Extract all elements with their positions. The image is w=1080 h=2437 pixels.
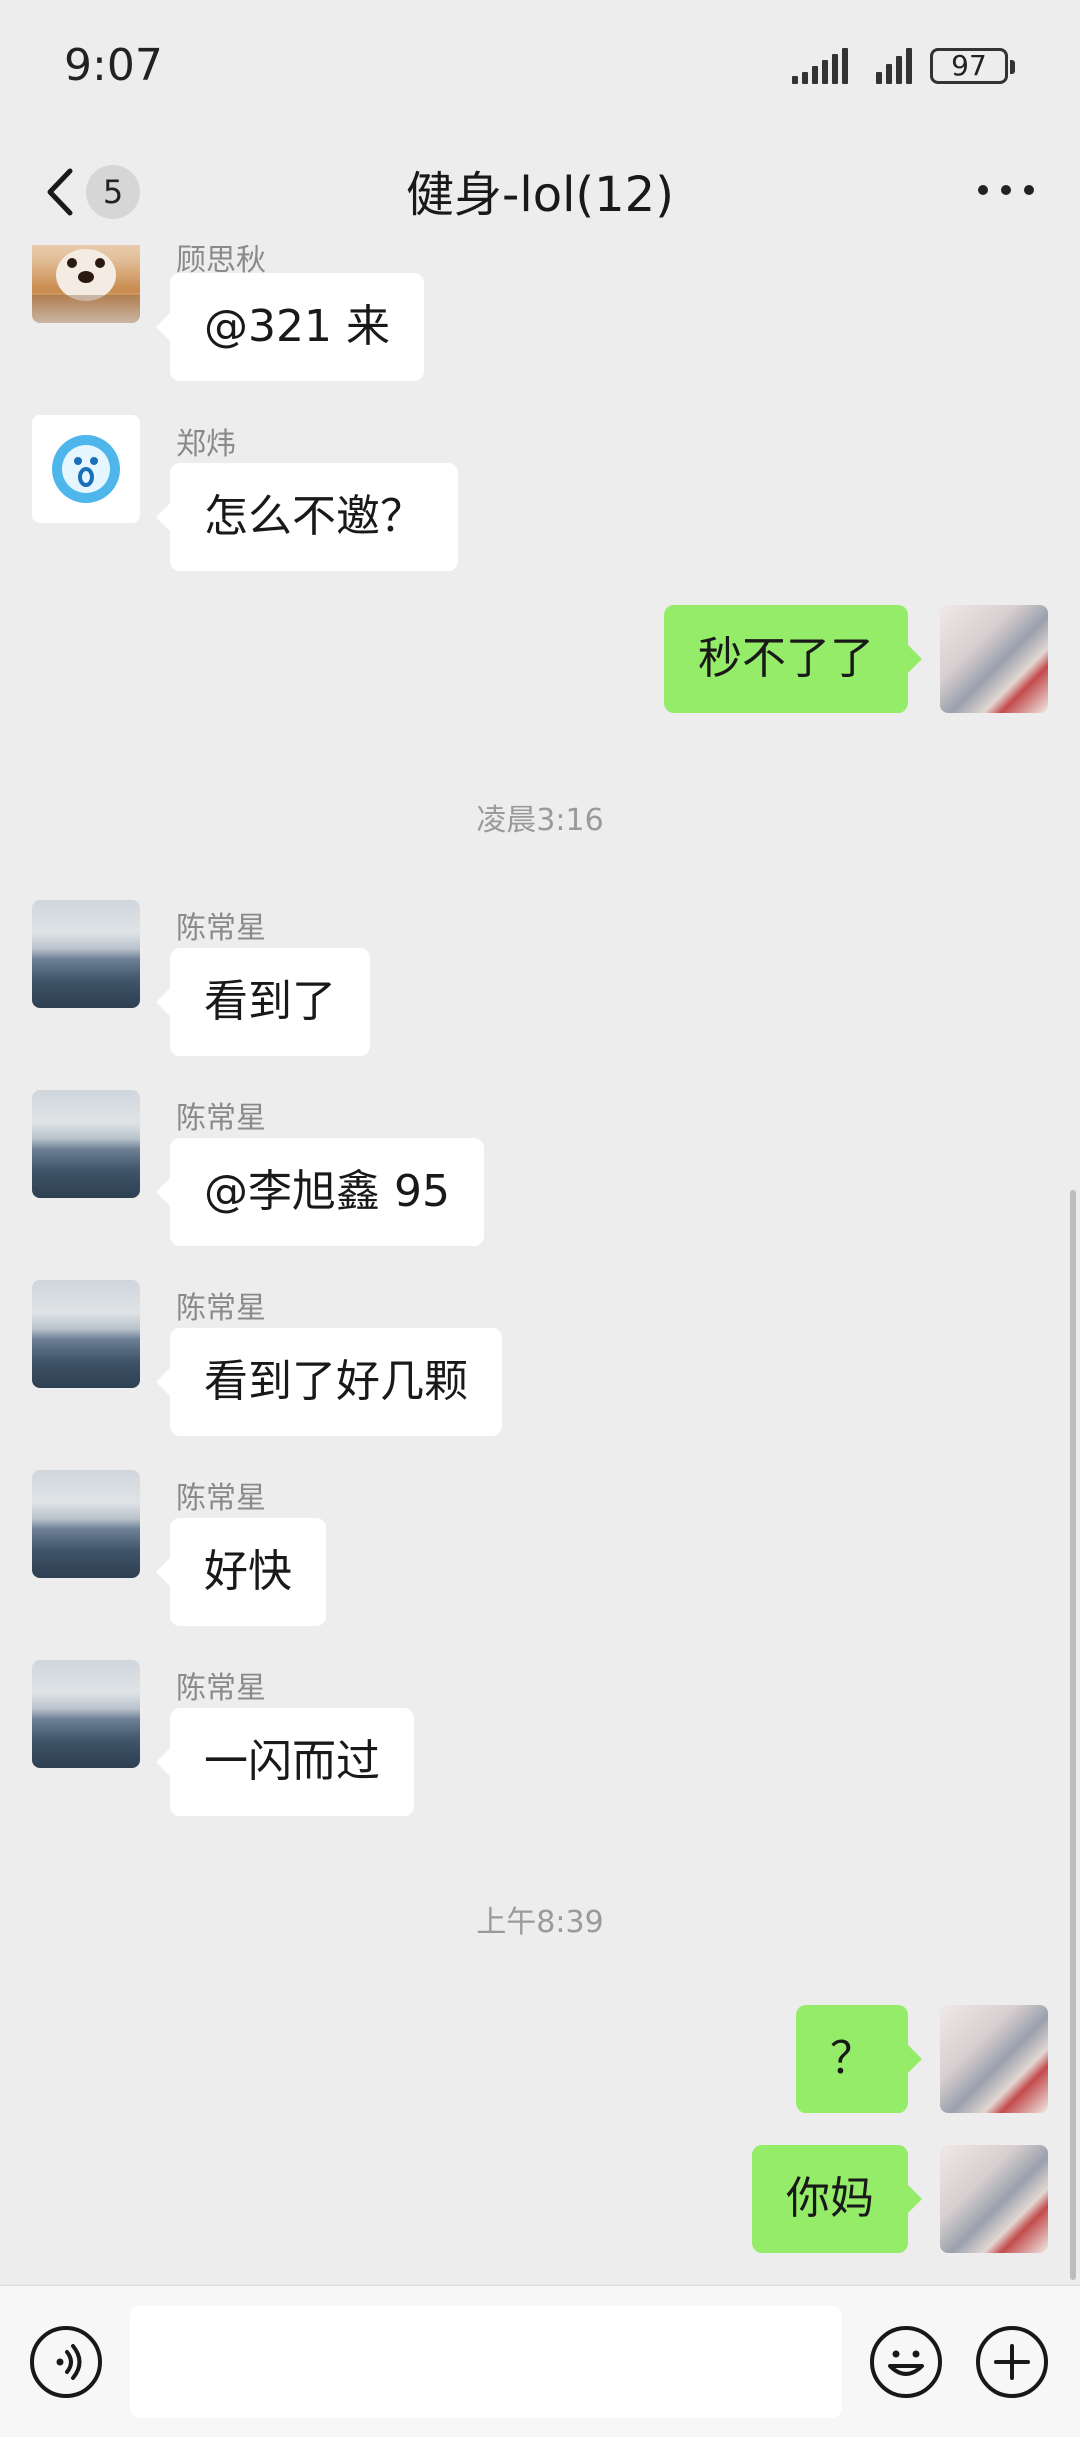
voice-button[interactable] — [30, 2326, 102, 2398]
status-time: 9:07 — [64, 40, 163, 91]
avatar-self[interactable] — [940, 2145, 1048, 2253]
sender-name: 陈常星 — [176, 1481, 266, 1516]
avatar[interactable] — [32, 1660, 140, 1768]
battery-icon: 97 — [930, 48, 1015, 84]
chat-title: 健身-lol(12) — [406, 167, 674, 223]
avatar[interactable] — [32, 1470, 140, 1578]
message-bubble-self[interactable]: 你妈 — [752, 2145, 922, 2253]
sender-name: 陈常星 — [176, 1291, 266, 1326]
emoji-avatar-icon — [52, 435, 120, 503]
status-bar: 9:07 97 — [0, 0, 1080, 135]
message-bubble[interactable]: 一闪而过 — [156, 1708, 414, 1816]
avatar-self[interactable] — [940, 605, 1048, 713]
message-bubble[interactable]: 看到了好几颗 — [156, 1328, 502, 1436]
sender-name: 陈常星 — [176, 1101, 266, 1136]
emoji-button[interactable] — [870, 2326, 942, 2398]
avatar-self[interactable] — [940, 2005, 1048, 2113]
scrollbar[interactable] — [1070, 1190, 1076, 2280]
more-functions-button[interactable] — [976, 2326, 1048, 2398]
avatar[interactable] — [32, 1090, 140, 1198]
message-bubble[interactable]: 怎么不邀？ — [156, 463, 458, 571]
time-divider: 上午8:39 — [476, 1905, 604, 1940]
dog-avatar-icon — [32, 249, 140, 323]
message-bubble[interactable]: 看到了 — [156, 948, 370, 1056]
signal-icon — [792, 48, 852, 84]
plus-icon — [994, 2344, 1030, 2380]
voice-icon — [56, 2344, 82, 2380]
message-list[interactable]: 顾思秋 @321 来 郑炜 怎么不邀？ 秒不了了 凌晨3:16 陈常星 看到了 … — [0, 245, 1080, 2285]
avatar[interactable] — [32, 245, 140, 323]
message-bubble[interactable]: @321 来 — [156, 273, 424, 381]
message-bubble-self[interactable]: 秒不了了 — [664, 605, 922, 713]
more-button[interactable] — [966, 165, 1046, 215]
emoji-icon — [888, 2350, 924, 2376]
chat-screen: 9:07 97 5 健身-lol(12) 顾思秋 @321 来 郑炜 怎么不邀？… — [0, 0, 1080, 2437]
avatar[interactable] — [32, 1280, 140, 1388]
sender-name: 陈常星 — [176, 911, 266, 946]
more-icon — [978, 185, 988, 195]
signal-icon — [876, 48, 920, 84]
message-bubble-self[interactable]: ？ — [796, 2005, 922, 2113]
message-bubble[interactable]: 好快 — [156, 1518, 326, 1626]
nav-bar: 5 健身-lol(12) — [0, 135, 1080, 245]
avatar[interactable] — [32, 415, 140, 523]
time-divider: 凌晨3:16 — [476, 803, 604, 838]
sender-name: 陈常星 — [176, 1671, 266, 1706]
message-bubble[interactable]: @李旭鑫 95 — [156, 1138, 484, 1246]
input-bar — [0, 2285, 1080, 2437]
battery-level: 97 — [951, 49, 987, 82]
sender-name: 郑炜 — [176, 427, 236, 462]
message-input[interactable] — [130, 2306, 842, 2418]
avatar[interactable] — [32, 900, 140, 1008]
